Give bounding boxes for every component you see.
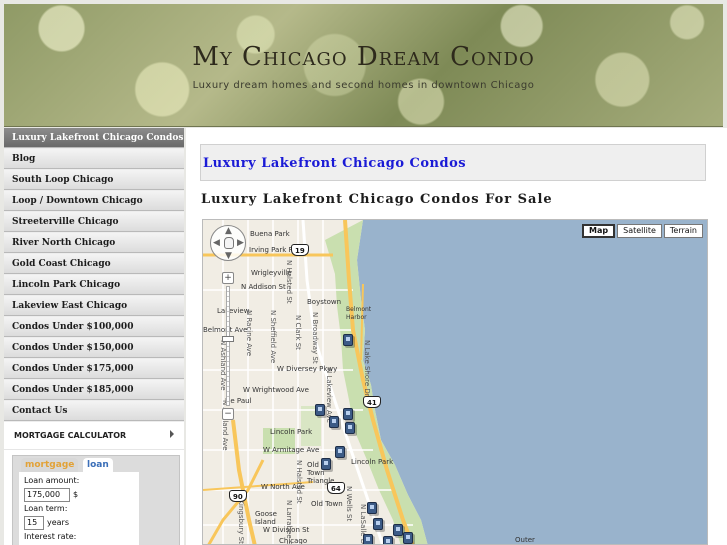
expand-arrow-icon[interactable] (170, 430, 174, 438)
property-marker[interactable] (403, 532, 413, 544)
loan-term-input[interactable]: 15 (24, 515, 44, 530)
sidebar-item-loop-downtown[interactable]: Loop / Downtown Chicago (4, 191, 184, 211)
label-n-addison-st: N Addison St (241, 283, 286, 291)
label-goose-island: Goose Island (255, 510, 277, 526)
label-buena-park: Buena Park (250, 230, 290, 238)
label-n-larrabee-st: N Larrabee St (285, 500, 293, 545)
sidebar-item-streeterville[interactable]: Streeterville Chicago (4, 212, 184, 232)
route-90-shield: 90 (229, 490, 247, 502)
map-type-control: Map Satellite Terrain (582, 224, 703, 238)
label-lincoln-park-1: Lincoln Park (270, 428, 313, 436)
label-w-armitage-ave: W Armitage Ave (263, 446, 320, 454)
pan-control[interactable]: ▲ ▼ ◀ ▶ (210, 225, 246, 261)
label-n-halsted-st: N Halsted St (285, 260, 293, 304)
label-n-clark-st: N Clark St (294, 315, 302, 350)
label-n-broadway-st: N Broadway St (311, 312, 319, 364)
pan-right-icon[interactable]: ▶ (237, 239, 244, 248)
post-title-box: Luxury Lakefront Chicago Condos (200, 144, 706, 181)
property-marker[interactable] (363, 534, 373, 544)
property-marker[interactable] (329, 416, 339, 428)
zoom-thumb[interactable] (222, 336, 234, 342)
sidebar-item-contact[interactable]: Contact Us (4, 401, 184, 421)
map-type-map-button[interactable]: Map (582, 224, 616, 238)
label-n-sheffield-ave: N Sheffield Ave (269, 310, 277, 364)
sidebar-item-lakeview-east[interactable]: Lakeview East Chicago (4, 296, 184, 316)
label-n-racine-ave: N Racine Ave (245, 310, 253, 357)
calculator-form: Loan amount: 175,000 $ Loan term: 15 yea… (19, 472, 139, 545)
property-marker[interactable] (343, 408, 353, 420)
label-n-lakeview-ave: N Lakeview Ave (325, 368, 333, 423)
tab-mortgage[interactable]: mortgage (21, 458, 79, 472)
site-tagline: Luxury dream homes and second homes in d… (192, 80, 535, 91)
sidebar-item-lincoln-park[interactable]: Lincoln Park Chicago (4, 275, 184, 295)
sidebar-item-luxury-lakefront[interactable]: Luxury Lakefront Chicago Condos (4, 128, 184, 148)
interest-rate-label: Interest rate: (24, 532, 77, 541)
site-title[interactable]: My Chicago Dream Condo (4, 42, 723, 72)
main-content: Luxury Lakefront Chicago Condos Luxury L… (186, 128, 727, 545)
zoom-track[interactable] (226, 286, 230, 406)
sidebar-item-gold-coast[interactable]: Gold Coast Chicago (4, 254, 184, 274)
map-type-terrain-button[interactable]: Terrain (663, 224, 703, 238)
property-marker[interactable] (315, 404, 325, 416)
pan-up-icon[interactable]: ▲ (225, 227, 232, 236)
calculator-panel: mortgage loan Loan amount: 175,000 $ Loa… (12, 455, 180, 545)
property-marker[interactable] (335, 446, 345, 458)
label-w-wrightwood-ave: W Wrightwood Ave (243, 386, 309, 394)
label-n-lake-shore-dr: N Lake Shore Dr (363, 340, 371, 397)
map-type-satellite-button[interactable]: Satellite (617, 224, 662, 238)
loan-term-unit: years (47, 518, 70, 527)
property-marker[interactable] (367, 502, 377, 514)
loan-amount-label: Loan amount: (24, 476, 80, 485)
property-marker[interactable] (345, 422, 355, 434)
label-n-wells-st: N Wells St (345, 486, 353, 522)
property-marker[interactable] (393, 524, 403, 536)
sidebar-item-under-100k[interactable]: Condos Under $100,000 (4, 317, 184, 337)
sidebar-item-south-loop[interactable]: South Loop Chicago (4, 170, 184, 190)
zoom-slider[interactable]: + − (222, 272, 234, 422)
sidebar-item-under-185k[interactable]: Condos Under $185,000 (4, 380, 184, 400)
label-boystown: Boystown (307, 298, 342, 306)
mortgage-calculator-widget: MORTGAGE CALCULATOR mortgage loan Loan a… (4, 422, 184, 545)
loan-term-label: Loan term: (24, 504, 68, 513)
sidebar-item-blog[interactable]: Blog (4, 149, 184, 169)
sidebar-item-under-175k[interactable]: Condos Under $175,000 (4, 359, 184, 379)
pan-left-icon[interactable]: ◀ (213, 239, 220, 248)
property-marker[interactable] (383, 536, 393, 544)
hand-icon (224, 237, 234, 249)
label-outer: Outer (515, 536, 535, 544)
label-belmont-harbor: Belmont Harbor (346, 306, 372, 321)
tab-loan[interactable]: loan (83, 458, 113, 472)
route-19-shield: 19 (291, 244, 309, 256)
route-41-shield: 41 (363, 396, 381, 408)
pan-down-icon[interactable]: ▼ (225, 252, 232, 261)
sidebar-item-under-150k[interactable]: Condos Under $150,000 (4, 338, 184, 358)
sidebar-item-river-north[interactable]: River North Chicago (4, 233, 184, 253)
property-marker[interactable] (343, 334, 353, 346)
mortgage-calculator-header[interactable]: MORTGAGE CALCULATOR (4, 422, 184, 450)
label-old-town: Old Town (311, 500, 343, 508)
section-heading: Luxury Lakefront Chicago Condos For Sale (201, 192, 553, 207)
property-marker[interactable] (321, 458, 331, 470)
zoom-out-button[interactable]: − (222, 408, 234, 420)
route-64-shield: 64 (327, 482, 345, 494)
loan-amount-input[interactable]: 175,000 (24, 487, 70, 502)
sidebar: Luxury Lakefront Chicago Condos Blog Sou… (4, 128, 184, 545)
property-marker[interactable] (373, 518, 383, 530)
post-title-link[interactable]: Luxury Lakefront Chicago Condos (203, 156, 466, 171)
currency-symbol: $ (73, 490, 79, 499)
zoom-in-button[interactable]: + (222, 272, 234, 284)
label-chicago: Chicago (279, 537, 308, 545)
google-map[interactable]: Buena Park Irving Park Rd Wrigleyville N… (202, 219, 708, 545)
site-header: My Chicago Dream Condo Luxury dream home… (4, 4, 723, 127)
label-lincoln-park-2: Lincoln Park (351, 458, 394, 466)
label-n-halsted-st-south: N Halsted St (295, 460, 303, 504)
